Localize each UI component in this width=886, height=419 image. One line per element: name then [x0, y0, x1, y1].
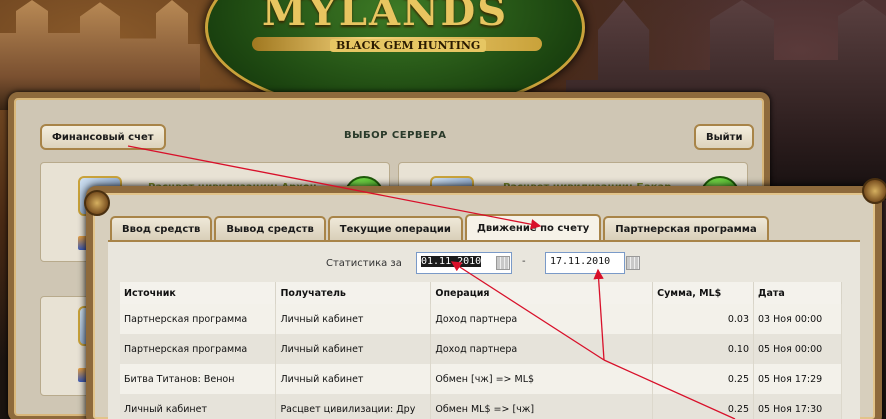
- arrow-to-date-from: [450, 261, 605, 361]
- arrow-to-date-to: [593, 268, 605, 361]
- arrow-to-account-tab: [127, 145, 542, 230]
- annotation-arrows: [127, 145, 736, 419]
- arrow-to-amounts: [603, 359, 736, 419]
